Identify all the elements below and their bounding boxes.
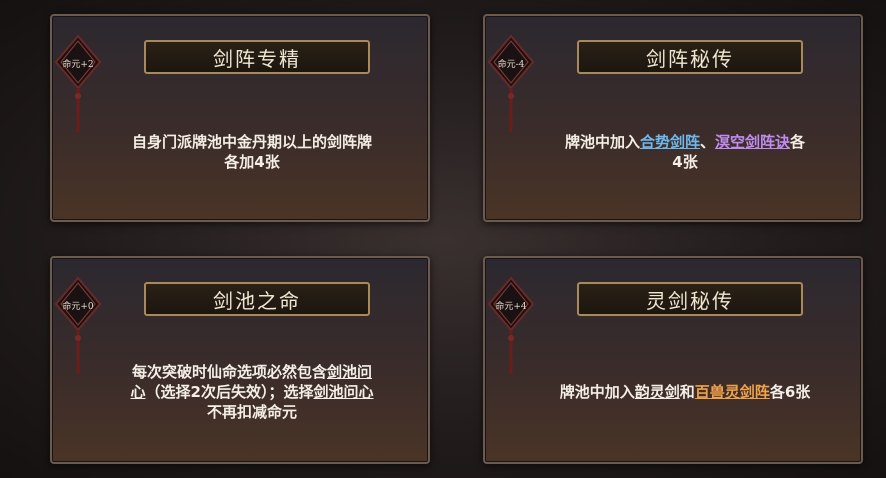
tassel-emblem-icon <box>54 276 102 374</box>
destiny-value-label: 命元+2 <box>62 60 94 70</box>
card-link-yunling[interactable]: 韵灵剑 <box>635 383 680 401</box>
card-link-mingkong[interactable]: 溟空剑阵诀 <box>715 133 790 151</box>
destiny-badge: 命元-4 <box>485 34 537 134</box>
card-link-baishou[interactable]: 百兽灵剑阵 <box>695 383 770 401</box>
destiny-badge: 命元+2 <box>52 34 104 134</box>
tassel-emblem-icon <box>487 276 535 374</box>
talent-card-sword-pool-fate[interactable]: 命元+0 剑池之命 每次突破时仙命选项必然包含剑池问 心（选择2次后失效）；选择… <box>50 256 430 464</box>
destiny-badge: 命元+4 <box>485 276 537 376</box>
desc-line-1: 牌池中加入合势剑阵、溟空剑阵诀各 <box>564 133 806 151</box>
card-link-heshi[interactable]: 合势剑阵 <box>640 133 700 151</box>
destiny-value-label: 命元+4 <box>495 302 527 312</box>
keyword-sword-pool-2[interactable]: 剑池问心 <box>313 383 373 401</box>
destiny-badge: 命元+0 <box>52 276 104 376</box>
talent-card-spirit-sword-secret[interactable]: 命元+4 灵剑秘传 牌池中加入韵灵剑和百兽灵剑阵各6张 <box>483 256 863 464</box>
desc-line-1: 自身门派牌池中金丹期以上的剑阵牌 <box>131 133 372 151</box>
card-description: 每次突破时仙命选项必然包含剑池问 心（选择2次后失效）；选择剑池问心 不再扣减命… <box>107 362 397 422</box>
card-title: 剑池之命 <box>144 282 370 316</box>
desc-line-1: 牌池中加入韵灵剑和百兽灵剑阵各6张 <box>559 383 811 401</box>
card-description: 自身门派牌池中金丹期以上的剑阵牌 各加4张 <box>107 132 397 172</box>
card-title: 剑阵秘传 <box>577 40 803 74</box>
keyword-sword-pool[interactable]: 剑池问 <box>327 363 372 381</box>
desc-line-2: 各加4张 <box>224 153 280 171</box>
desc-line-2: 心（选择2次后失效）；选择剑池问心 <box>130 383 374 401</box>
tassel-emblem-icon <box>487 34 535 132</box>
card-title: 灵剑秘传 <box>577 282 803 316</box>
talent-card-sword-array-secret[interactable]: 命元-4 剑阵秘传 牌池中加入合势剑阵、溟空剑阵诀各 4张 <box>483 14 863 222</box>
card-description: 牌池中加入合势剑阵、溟空剑阵诀各 4张 <box>540 132 830 172</box>
destiny-value-label: 命元+0 <box>62 302 94 312</box>
card-description: 牌池中加入韵灵剑和百兽灵剑阵各6张 <box>540 382 830 402</box>
desc-line-3: 不再扣减命元 <box>206 403 297 421</box>
card-title: 剑阵专精 <box>144 40 370 74</box>
destiny-value-label: 命元-4 <box>497 60 525 70</box>
desc-line-2: 4张 <box>672 153 698 171</box>
desc-line-1: 每次突破时仙命选项必然包含剑池问 <box>131 363 373 381</box>
tassel-emblem-icon <box>54 34 102 132</box>
talent-card-sword-array-mastery[interactable]: 命元+2 剑阵专精 自身门派牌池中金丹期以上的剑阵牌 各加4张 <box>50 14 430 222</box>
